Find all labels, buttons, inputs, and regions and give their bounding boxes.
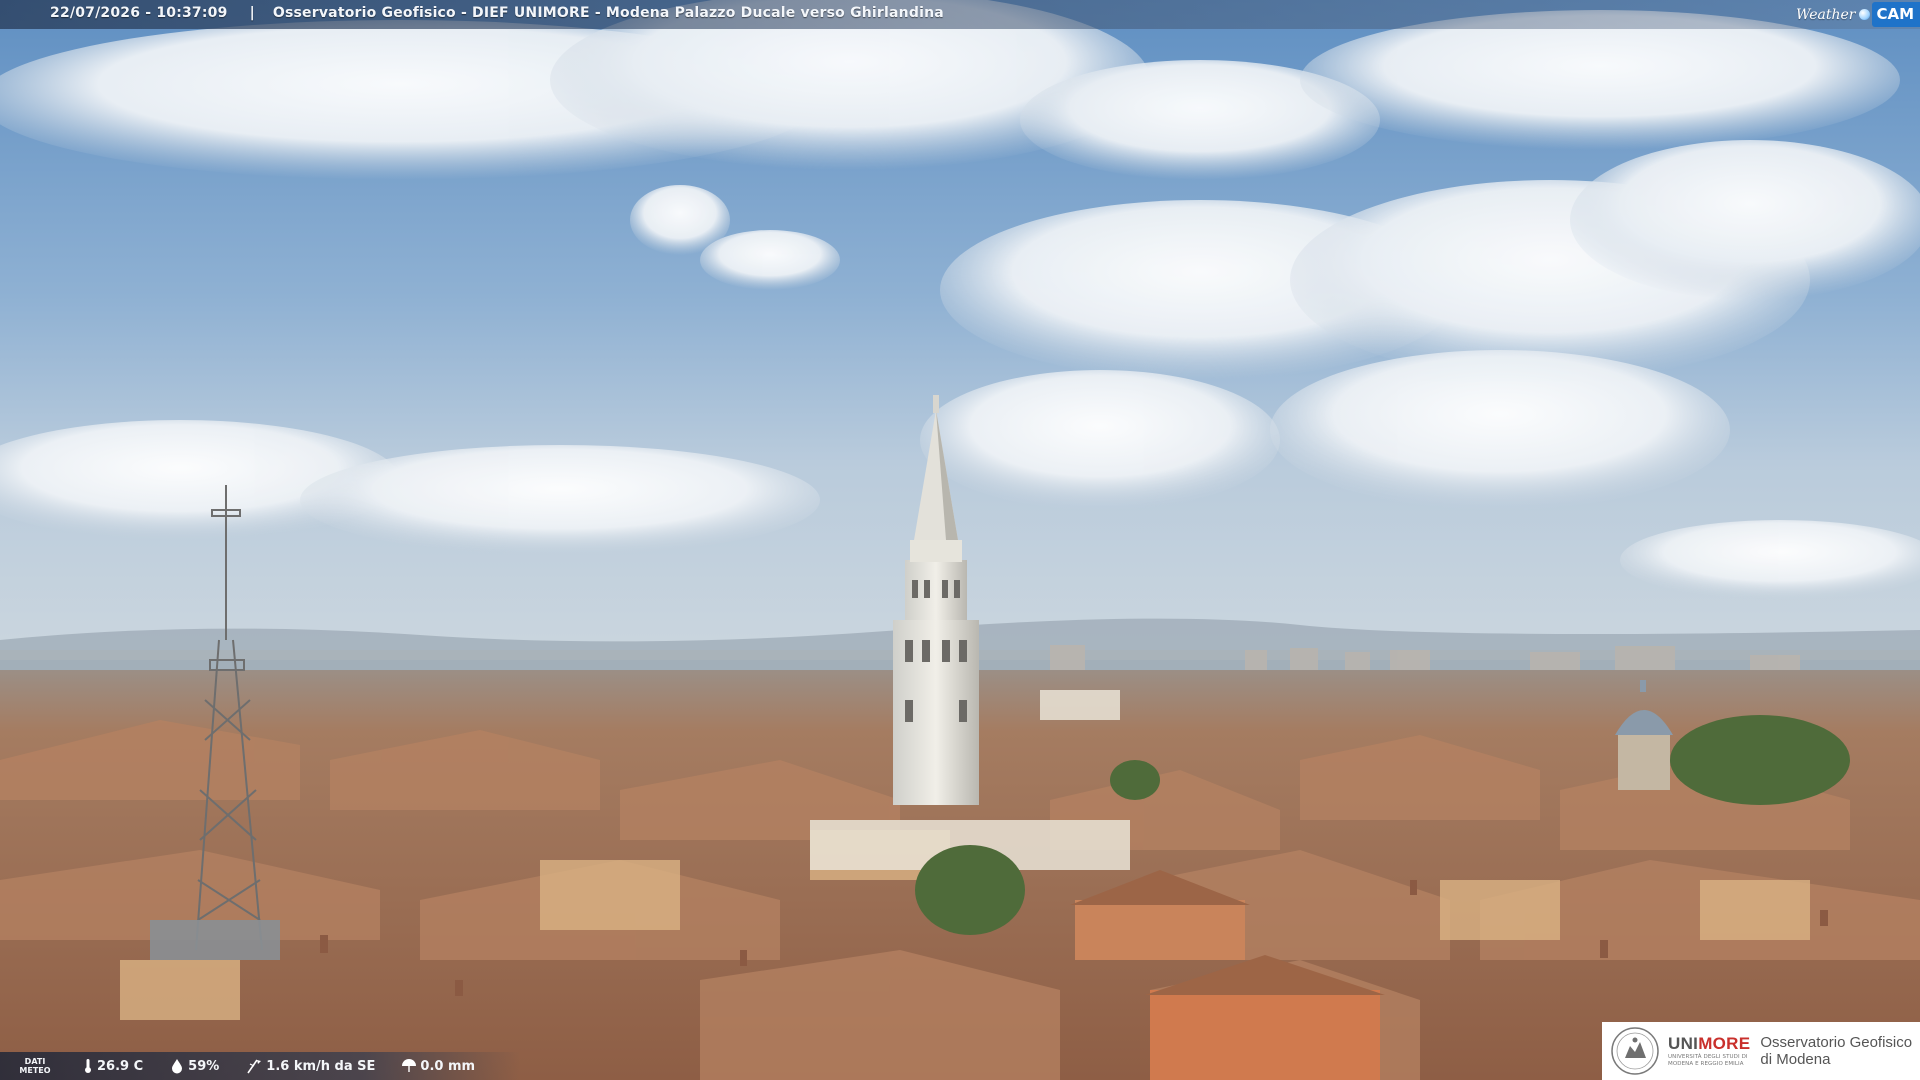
brand-dot-icon [1859,9,1871,20]
wind-vane-icon [247,1059,262,1074]
header-bar: 22/07/2026 - 10:37:09 | Osservatorio Geofi… [0,0,1920,29]
unimore-wordmark: UNIMORE UNIVERSITÀ DEGLI STUDI DI MODENA… [1668,1034,1750,1068]
thermometer-icon [85,1059,91,1073]
brand-cam-text: CAM [1872,2,1920,27]
rain-value: 0.0 mm [420,1058,476,1074]
unimore-subtitle: UNIVERSITÀ DEGLI STUDI DI MODENA E REGGI… [1668,1054,1750,1068]
webcam-image [0,0,1920,1080]
humidity-value: 59% [188,1058,220,1074]
unimore-name: UNIMORE [1668,1034,1750,1054]
weathercam-logo: Weather CAM [1796,0,1920,29]
wind-reading: 1.6 km/h da SE [245,1058,375,1074]
umbrella-icon [402,1059,417,1072]
wind-value: 1.6 km/h da SE [266,1058,376,1074]
temperature-value: 26.9 C [97,1058,144,1074]
observatory-name: Osservatorio Geofisico di Modena [1760,1034,1912,1068]
timestamp: 22/07/2026 - 10:37:09 [50,5,228,21]
unimore-subtitle-line2: MODENA E REGGIO EMILIA [1668,1061,1744,1067]
weather-data-label: DATI METEO [16,1057,54,1075]
unimore-name-more: MORE [1698,1034,1751,1053]
unimore-logo-box: UNIMORE UNIVERSITÀ DEGLI STUDI DI MODENA… [1602,1022,1920,1080]
temperature-reading: 26.9 C [82,1058,143,1074]
humidity-drop-icon [172,1059,183,1074]
unimore-name-uni: UNI [1668,1034,1699,1053]
header-text: 22/07/2026 - 10:37:09 | Osservatorio Geofi… [50,5,944,21]
university-seal-icon [1611,1027,1659,1075]
rain-reading: 0.0 mm [401,1058,475,1074]
brand-weather-text: Weather [1795,6,1856,23]
weather-data-bar: DATI METEO 26.9 C 59% 1.6 km/h da SE 0.0… [0,1052,520,1080]
weather-label-line1: DATI [24,1057,46,1066]
unimore-subtitle-line1: UNIVERSITÀ DEGLI STUDI DI [1668,1054,1748,1060]
observatory-name-line2: di Modena [1760,1051,1831,1068]
camera-location: Osservatorio Geofisico - DIEF UNIMORE - … [272,5,944,21]
weather-label-line2: METEO [19,1066,51,1075]
humidity-reading: 59% [169,1058,219,1074]
observatory-name-line1: Osservatorio Geofisico [1760,1034,1913,1051]
header-separator: | [249,5,255,21]
webcam-frame: 22/07/2026 - 10:37:09 | Osservatorio Geofi… [0,0,1920,1080]
